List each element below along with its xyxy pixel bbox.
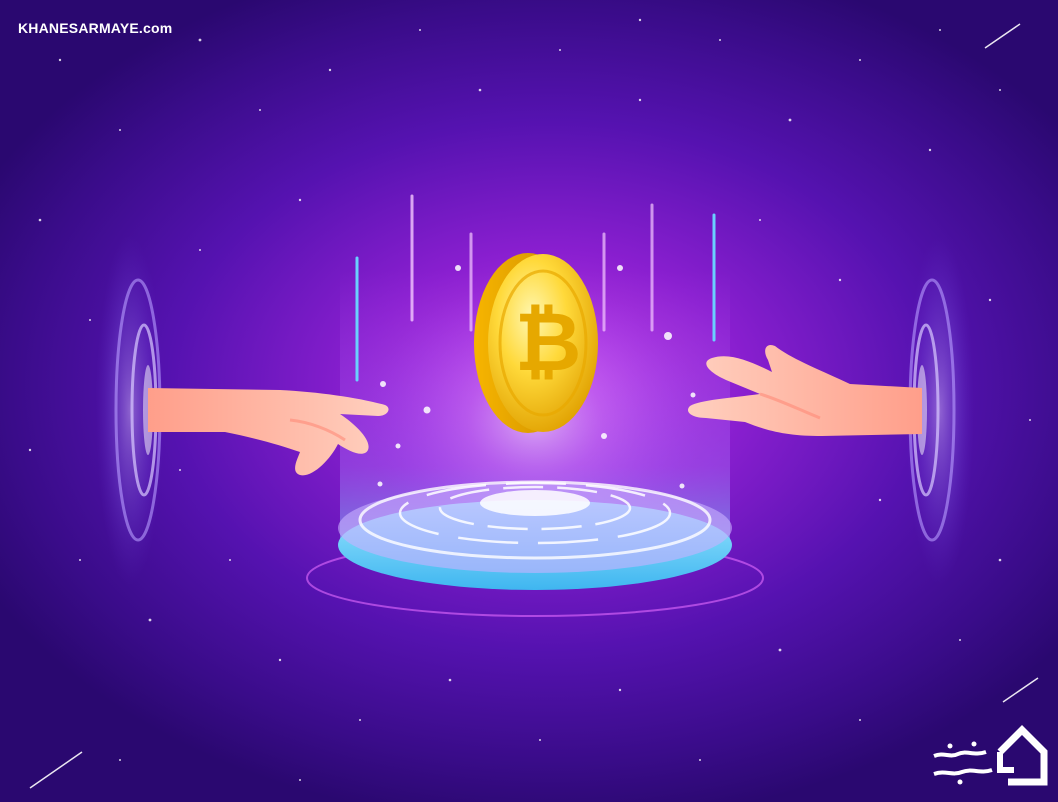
scene-svg: ₿ [28, 18, 1039, 789]
khanesarmaye-logo-icon [933, 725, 1048, 786]
bitcoin-coin: ₿ [474, 253, 598, 433]
site-watermark: KHANESARMAYE.com [18, 20, 173, 36]
hologram-platform [306, 480, 764, 617]
bitcoin-symbol-icon: ₿ [515, 295, 582, 390]
illustration-canvas: ₿ KHANESARMAYE.com [0, 0, 1058, 802]
